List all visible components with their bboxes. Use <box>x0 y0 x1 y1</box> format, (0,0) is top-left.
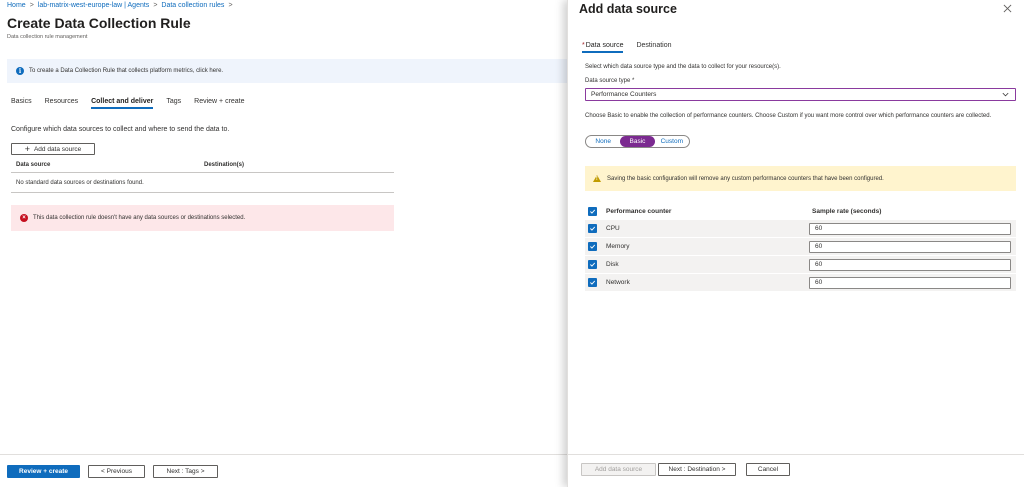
tab-tags[interactable]: Tags <box>166 98 181 109</box>
segment-none[interactable]: None <box>586 136 620 147</box>
segment-custom[interactable]: Custom <box>655 136 689 147</box>
checkbox-checked-icon <box>590 226 596 231</box>
tab-data-source-label: Data source <box>585 42 624 49</box>
data-source-type-value: Performance Counters <box>591 91 657 98</box>
info-icon: i <box>16 67 24 75</box>
breadcrumb: Home > lab-matrix-west-europe-law | Agen… <box>7 2 233 9</box>
row-checkbox[interactable] <box>588 224 597 233</box>
table-row: Memory 60 <box>585 238 1016 255</box>
wizard-tabs: Basics Resources Collect and deliver Tag… <box>11 98 245 109</box>
collection-mode-toggle: None Basic Custom <box>585 135 690 148</box>
basic-description: Choose Basic to enable the collection of… <box>585 113 992 119</box>
page-footer: Review + create < Previous Next : Tags > <box>0 454 567 487</box>
add-data-source-label: Add data source <box>33 145 82 153</box>
counter-cell: CPU <box>585 224 809 233</box>
required-marker: * <box>582 42 585 49</box>
configure-description: Configure which data sources to collect … <box>11 126 230 133</box>
row-checkbox[interactable] <box>588 260 597 269</box>
data-source-type-select[interactable]: Performance Counters <box>585 88 1016 101</box>
breadcrumb-separator: > <box>29 2 34 9</box>
breadcrumb-dcr[interactable]: Data collection rules <box>161 2 224 9</box>
counter-name: Network <box>606 279 630 286</box>
page-subtitle: Data collection rule management <box>7 34 88 40</box>
table-row: CPU 60 <box>585 220 1016 237</box>
info-banner[interactable]: i To create a Data Collection Rule that … <box>7 59 567 83</box>
sample-rate-input[interactable]: 60 <box>809 276 1011 289</box>
table-row: Network 60 <box>585 274 1016 291</box>
page-title: Create Data Collection Rule <box>7 15 191 31</box>
create-dcr-page: Home > lab-matrix-west-europe-law | Agen… <box>0 0 567 487</box>
previous-button[interactable]: < Previous <box>88 465 145 478</box>
select-all-checkbox[interactable] <box>588 206 597 216</box>
data-sources-table: Data source Destination(s) No standard d… <box>11 158 394 193</box>
sample-rate-input[interactable]: 60 <box>809 240 1011 253</box>
breadcrumb-separator: > <box>228 2 233 9</box>
checkbox-checked-icon <box>590 262 596 267</box>
panel-description: Select which data source type and the da… <box>585 64 781 70</box>
counter-name: Memory <box>606 243 630 250</box>
next-tags-button[interactable]: Next : Tags > <box>153 465 218 478</box>
error-banner-text: This data collection rule doesn't have a… <box>33 215 246 221</box>
table-header: Performance counter Sample rate (seconds… <box>585 203 1016 219</box>
table-header: Data source Destination(s) <box>11 158 394 173</box>
counter-cell: Disk <box>585 260 809 269</box>
counter-cell: Network <box>585 278 809 287</box>
error-icon: × <box>20 214 28 222</box>
checkbox-checked-icon <box>590 244 596 249</box>
breadcrumb-agents[interactable]: lab-matrix-west-europe-law | Agents <box>38 2 150 9</box>
checkbox-checked-icon <box>590 209 596 214</box>
table-empty-row: No standard data sources or destinations… <box>11 173 394 193</box>
tab-collect-and-deliver[interactable]: Collect and deliver <box>91 98 154 109</box>
plus-icon: + <box>24 143 30 154</box>
column-header-destinations: Destination(s) <box>204 162 245 168</box>
close-icon[interactable] <box>1003 4 1012 13</box>
column-header-data-source: Data source <box>16 162 51 168</box>
counter-name: Disk <box>606 261 619 268</box>
row-checkbox[interactable] <box>588 278 597 287</box>
column-header-counter: Performance counter <box>585 206 812 216</box>
review-create-button[interactable]: Review + create <box>7 465 80 478</box>
add-data-source-submit-button[interactable]: Add data source <box>581 463 656 476</box>
column-header-sample-rate: Sample rate (seconds) <box>812 207 882 215</box>
sample-rate-input[interactable]: 60 <box>809 258 1011 271</box>
warning-banner-text: Saving the basic configuration will remo… <box>607 175 884 182</box>
breadcrumb-home[interactable]: Home <box>7 2 26 9</box>
counter-name: CPU <box>606 225 620 232</box>
tab-data-source[interactable]: *Data source <box>582 42 624 53</box>
breadcrumb-separator: > <box>153 2 158 9</box>
column-header-counter-label: Performance counter <box>606 207 672 215</box>
counter-cell: Memory <box>585 242 809 251</box>
panel-footer: Add data source Next : Destination > Can… <box>568 454 1024 487</box>
next-destination-button[interactable]: Next : Destination > <box>658 463 736 476</box>
tab-destination[interactable]: Destination <box>636 42 671 53</box>
more-options-button[interactable]: ... <box>180 18 191 28</box>
data-source-type-label: Data source type * <box>585 78 635 84</box>
performance-counters-table: Performance counter Sample rate (seconds… <box>585 203 1016 291</box>
warning-banner: Saving the basic configuration will remo… <box>585 166 1016 191</box>
warning-icon <box>593 175 601 182</box>
segment-basic[interactable]: Basic <box>620 136 655 147</box>
panel-tabs: *Data source Destination <box>582 42 672 53</box>
chevron-down-icon <box>1002 92 1009 97</box>
table-row: Disk 60 <box>585 256 1016 273</box>
tab-basics[interactable]: Basics <box>11 98 32 109</box>
tab-resources[interactable]: Resources <box>45 98 78 109</box>
cancel-button[interactable]: Cancel <box>746 463 790 476</box>
info-banner-text[interactable]: To create a Data Collection Rule that co… <box>29 68 223 74</box>
add-data-source-panel: Add data source *Data source Destination… <box>567 0 1024 487</box>
row-checkbox[interactable] <box>588 242 597 251</box>
error-banner: × This data collection rule doesn't have… <box>11 205 394 231</box>
sample-rate-input[interactable]: 60 <box>809 222 1011 235</box>
checkbox-checked-icon <box>590 280 596 285</box>
panel-title: Add data source <box>579 2 677 16</box>
add-data-source-button[interactable]: + Add data source <box>11 143 95 155</box>
tab-review-create[interactable]: Review + create <box>194 98 244 109</box>
